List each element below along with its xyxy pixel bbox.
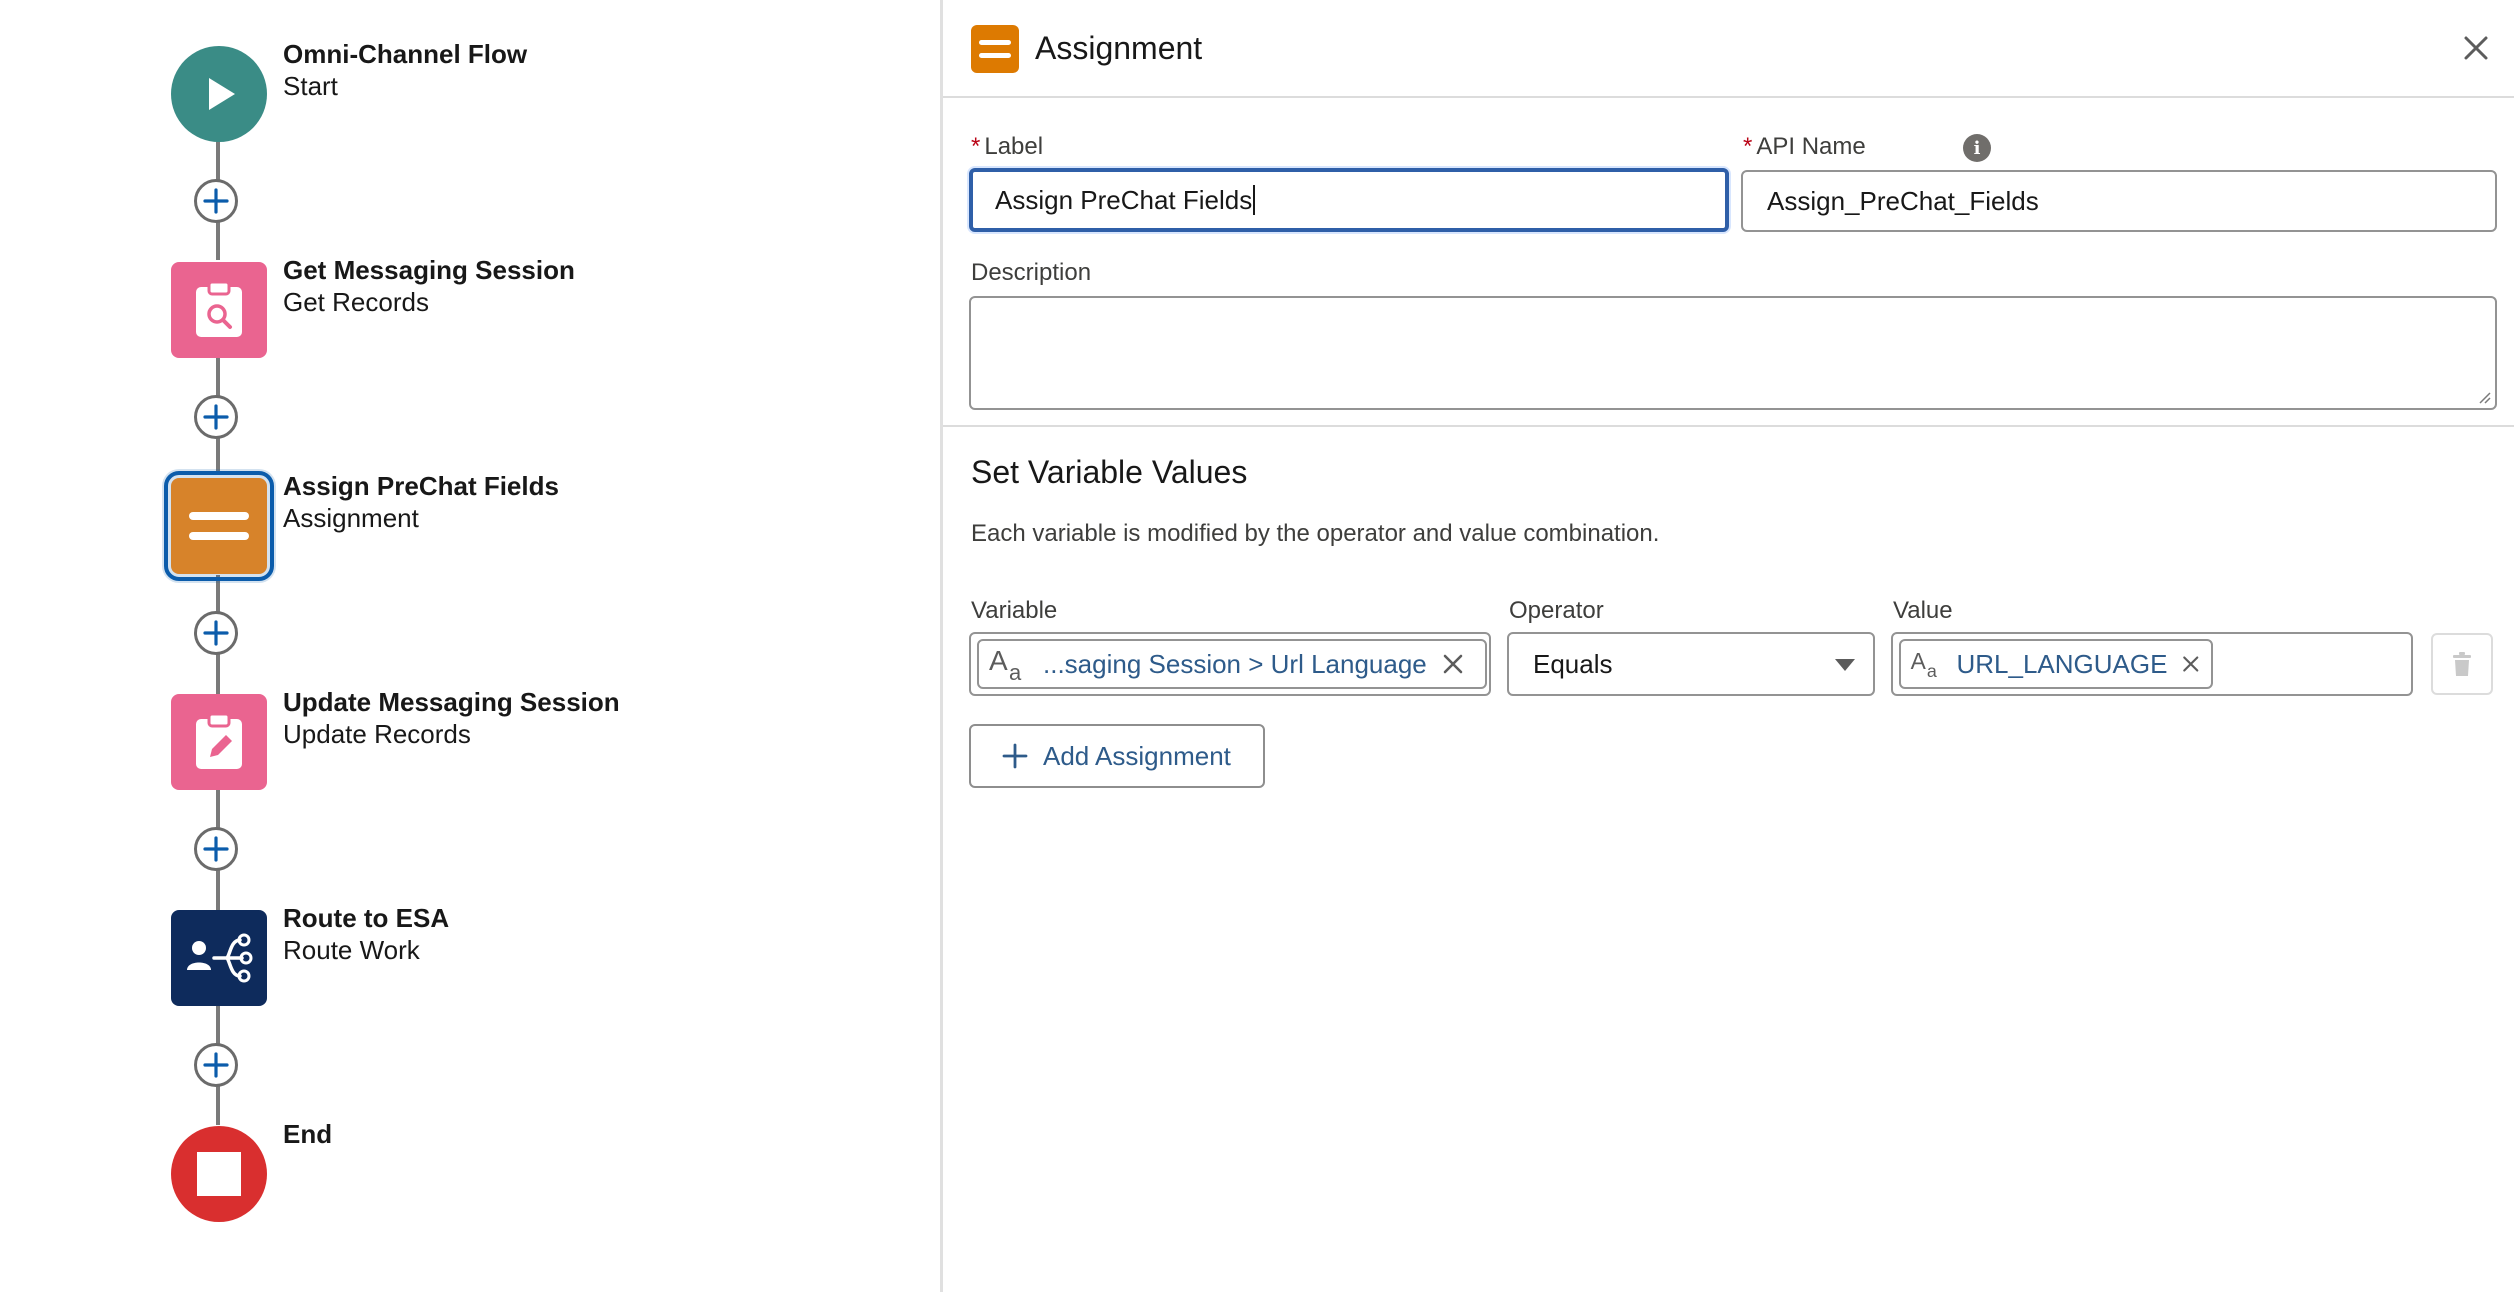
operator-select-value: Equals	[1533, 648, 1613, 679]
label-input-value: Assign PreChat Fields	[995, 184, 1253, 215]
resize-grip-icon[interactable]	[2475, 388, 2491, 404]
value-combobox[interactable]: A a URL_LANGUAGE	[1891, 632, 2413, 696]
operator-column-label: Operator	[1509, 597, 1604, 624]
plus-icon	[203, 188, 229, 214]
flow-node-end[interactable]	[171, 1126, 267, 1222]
svg-text:A: A	[1911, 648, 1927, 674]
clipboard-search-icon	[196, 280, 242, 337]
svg-text:a: a	[1009, 660, 1022, 684]
node-subtitle: Route Work	[283, 935, 420, 965]
variable-pill[interactable]: A a ...saging Session > Url Language	[977, 639, 1487, 689]
clipboard-edit-icon	[196, 712, 242, 769]
flow-node-route-work[interactable]	[171, 910, 267, 1006]
value-pill[interactable]: A a URL_LANGUAGE	[1899, 639, 2213, 689]
plus-icon	[203, 620, 229, 646]
node-subtitle: Start	[283, 71, 338, 101]
flow-node-get-records[interactable]	[171, 262, 267, 358]
svg-text:A: A	[989, 645, 1008, 676]
plus-icon	[203, 1052, 229, 1078]
flow-node-label: End	[283, 1118, 332, 1150]
add-element-button[interactable]	[194, 1043, 238, 1087]
assignment-equals-icon	[189, 512, 249, 540]
info-icon[interactable]: i	[1963, 134, 1991, 162]
assignment-equals-icon	[971, 25, 1019, 73]
node-subtitle: Update Records	[283, 719, 471, 749]
node-title: Route to ESA	[283, 903, 450, 933]
chevron-down-icon	[1835, 659, 1855, 671]
add-element-button[interactable]	[194, 611, 238, 655]
section-divider	[943, 425, 2514, 427]
svg-text:a: a	[1927, 661, 1937, 681]
plus-icon	[203, 836, 229, 862]
flow-node-assignment[interactable]	[164, 471, 274, 581]
add-element-button[interactable]	[194, 395, 238, 439]
api-name-field-label: * API Name	[1743, 132, 1866, 162]
flow-node-label: Assign PreChat Fields Assignment	[283, 470, 559, 534]
add-assignment-button[interactable]: Add Assignment	[969, 724, 1265, 788]
play-icon	[209, 78, 235, 110]
api-name-input[interactable]: Assign_PreChat_Fields	[1741, 170, 2497, 232]
text-type-icon: A a	[989, 645, 1022, 684]
node-title: End	[283, 1119, 333, 1149]
operator-select[interactable]: Equals	[1507, 632, 1875, 696]
route-work-icon	[187, 933, 253, 983]
node-subtitle: Get Records	[283, 287, 429, 317]
stop-icon	[197, 1152, 241, 1196]
panel-title: Assignment	[1035, 30, 1203, 66]
section-title: Set Variable Values	[971, 454, 1248, 490]
flow-canvas: Omni-Channel Flow Start Get Messaging Se…	[0, 0, 940, 1292]
remove-icon[interactable]	[1441, 652, 1465, 676]
plus-icon	[1002, 743, 1028, 769]
node-title: Assign PreChat Fields	[283, 471, 559, 501]
flow-node-label: Route to ESA Route Work	[283, 902, 449, 966]
api-name-input-value: Assign_PreChat_Fields	[1767, 185, 2039, 216]
node-subtitle: Assignment	[283, 503, 419, 533]
add-assignment-label: Add Assignment	[1043, 740, 1231, 771]
flow-node-label: Get Messaging Session Get Records	[283, 254, 575, 318]
variable-pill-text: ...saging Session > Url Language	[1043, 648, 1427, 679]
text-cursor	[1253, 185, 1256, 215]
add-element-button[interactable]	[194, 827, 238, 871]
add-element-button[interactable]	[194, 179, 238, 223]
properties-panel: Assignment * Label Assign PreChat Fields …	[940, 0, 2514, 1292]
variable-combobox[interactable]: A a ...saging Session > Url Language	[969, 632, 1491, 696]
variable-column-label: Variable	[971, 597, 1058, 624]
label-field-label: * Label	[971, 132, 1043, 162]
trash-icon	[2453, 652, 2471, 676]
flow-node-label: Update Messaging Session Update Records	[283, 686, 620, 750]
flow-node-update-records[interactable]	[171, 694, 267, 790]
api-name-text: API Name	[1756, 133, 1866, 160]
node-title: Omni-Channel Flow	[283, 39, 528, 69]
close-panel-button[interactable]	[2458, 30, 2494, 66]
plus-icon	[203, 404, 229, 430]
flow-node-start[interactable]	[171, 46, 267, 142]
description-field-label: Description	[971, 259, 1092, 286]
label-input[interactable]: Assign PreChat Fields	[969, 168, 1729, 232]
text-type-icon: A a	[1911, 648, 1937, 681]
close-icon	[2464, 36, 2488, 60]
value-pill-text: URL_LANGUAGE	[1956, 648, 2168, 679]
description-textarea[interactable]	[969, 296, 2497, 410]
required-marker: *	[1743, 133, 1753, 160]
delete-row-button[interactable]	[2431, 633, 2493, 695]
flow-node-label: Omni-Channel Flow Start	[283, 38, 527, 102]
remove-icon[interactable]	[2181, 652, 2201, 676]
node-title: Update Messaging Session	[283, 687, 620, 717]
section-description: Each variable is modified by the operato…	[971, 520, 1660, 547]
required-marker: *	[971, 133, 981, 160]
node-title: Get Messaging Session	[283, 255, 575, 285]
panel-header: Assignment	[943, 0, 2514, 98]
value-column-label: Value	[1893, 597, 1953, 624]
label-text: Label	[984, 133, 1044, 160]
